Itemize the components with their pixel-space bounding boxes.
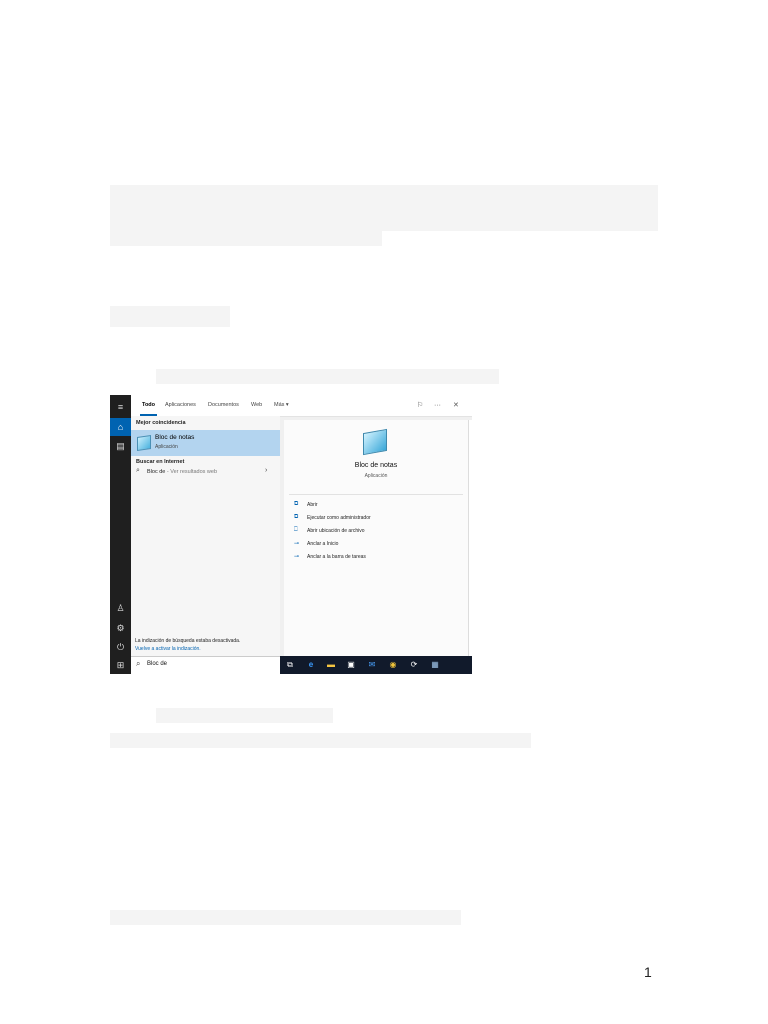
search-tabs: Todo Aplicaciones Documentos Web Más ▾ ⚐… bbox=[131, 395, 472, 417]
close-icon[interactable]: ✕ bbox=[453, 395, 459, 416]
open-icon: ⧉ bbox=[294, 501, 299, 507]
notepad-icon bbox=[137, 435, 151, 451]
document-icon[interactable]: ▤ bbox=[110, 437, 131, 455]
preview-title: Bloc de notas bbox=[354, 462, 398, 469]
gear-icon[interactable]: ⚙ bbox=[110, 619, 131, 637]
redacted-text-block bbox=[110, 185, 658, 231]
divider bbox=[289, 494, 463, 495]
pin-icon: ⊸ bbox=[294, 541, 300, 547]
action-pin-to-start[interactable]: ⊸ Anclar a Inicio bbox=[294, 540, 464, 550]
notepad-large-icon bbox=[363, 428, 387, 456]
action-open[interactable]: ⧉ Abrir bbox=[294, 501, 464, 511]
tab-web[interactable]: Web bbox=[251, 395, 262, 416]
start-rail: ≡ ⌂ ▤ ♙ ⚙ ⏻ ⊞ bbox=[110, 395, 131, 674]
best-match-item[interactable]: Bloc de notas Aplicación bbox=[131, 430, 280, 456]
best-match-header: Mejor coincidencia bbox=[136, 420, 186, 426]
power-icon[interactable]: ⏻ bbox=[110, 638, 131, 656]
results-list: Mejor coincidencia Bloc de notas Aplicac… bbox=[131, 416, 280, 656]
chevron-right-icon: › bbox=[265, 467, 268, 474]
search-icon: ⌕ bbox=[136, 659, 141, 668]
more-options-icon[interactable]: ··· bbox=[434, 395, 441, 416]
feedback-icon[interactable]: ⚐ bbox=[417, 395, 423, 416]
redacted-text-block bbox=[156, 708, 333, 723]
web-query: Bloc de bbox=[147, 469, 166, 475]
redacted-text-block bbox=[110, 306, 230, 327]
folder-icon: ⎕ bbox=[294, 527, 298, 533]
person-icon[interactable]: ♙ bbox=[110, 599, 131, 617]
store-icon[interactable]: ▣ bbox=[345, 659, 357, 671]
sync-icon[interactable]: ⟳ bbox=[408, 659, 420, 671]
taskbar: ⧉ e ▬ ▣ ✉ ◉ ⟳ ▦ bbox=[280, 656, 472, 674]
preview-pane: Bloc de notas Aplicación ⧉ Abrir ⧉ Ejecu… bbox=[284, 420, 468, 656]
pin-icon: ⊸ bbox=[294, 554, 300, 560]
tab-documentos[interactable]: Documentos bbox=[208, 395, 239, 416]
preview-subtitle: Aplicación bbox=[364, 473, 388, 479]
redacted-text-block bbox=[110, 733, 531, 748]
calculator-icon[interactable]: ▦ bbox=[429, 659, 441, 671]
best-match-subtitle: Aplicación bbox=[155, 444, 178, 450]
admin-icon: ⧉ bbox=[294, 514, 299, 520]
web-suffix: - Ver resultados web bbox=[165, 469, 218, 475]
redacted-text-block bbox=[156, 369, 499, 384]
hamburger-icon[interactable]: ≡ bbox=[110, 398, 131, 416]
task-view-icon[interactable]: ⧉ bbox=[284, 659, 296, 671]
edge-icon[interactable]: e bbox=[305, 659, 317, 671]
index-notice: La indización de búsqueda estaba desacti… bbox=[135, 638, 241, 644]
action-pin-to-taskbar[interactable]: ⊸ Anclar a la barra de tareas bbox=[294, 553, 464, 563]
mail-icon[interactable]: ✉ bbox=[366, 659, 378, 671]
chrome-icon[interactable]: ◉ bbox=[387, 659, 399, 671]
search-icon: ⌕ bbox=[136, 467, 140, 474]
tab-todo[interactable]: Todo bbox=[139, 395, 158, 416]
tab-aplicaciones[interactable]: Aplicaciones bbox=[165, 395, 196, 416]
index-link[interactable]: Vuelve a activar la indización. bbox=[135, 646, 201, 652]
file-explorer-icon[interactable]: ▬ bbox=[325, 659, 337, 671]
windows-search-screenshot: ≡ ⌂ ▤ ♙ ⚙ ⏻ ⊞ Todo Aplicaciones Document… bbox=[110, 395, 472, 674]
action-run-as-admin[interactable]: ⧉ Ejecutar como administrador bbox=[294, 514, 464, 524]
redacted-text-block bbox=[110, 231, 382, 246]
action-open-file-location[interactable]: ⎕ Abrir ubicación de archivo bbox=[294, 527, 464, 537]
page-number: 1 bbox=[644, 964, 652, 980]
best-match-title: Bloc de notas bbox=[155, 434, 195, 441]
home-icon[interactable]: ⌂ bbox=[110, 418, 131, 436]
windows-icon[interactable]: ⊞ bbox=[110, 656, 131, 674]
internet-header: Buscar en Internet bbox=[136, 459, 185, 465]
background-window-edge bbox=[468, 420, 472, 656]
redacted-text-block bbox=[110, 910, 461, 925]
search-input[interactable]: Bloc de bbox=[147, 661, 167, 667]
tab-mas[interactable]: Más ▾ bbox=[274, 395, 289, 416]
search-box[interactable]: ⌕ Bloc de bbox=[131, 656, 280, 674]
web-result-item[interactable]: ⌕ Bloc de - Ver resultados web › bbox=[131, 466, 280, 480]
